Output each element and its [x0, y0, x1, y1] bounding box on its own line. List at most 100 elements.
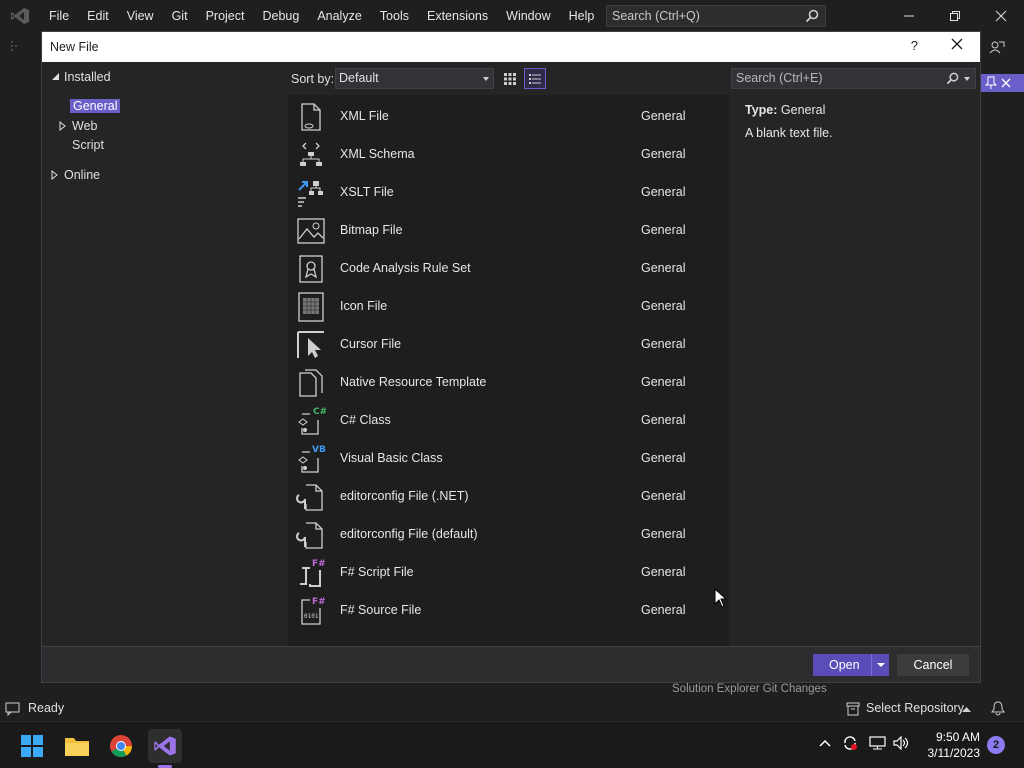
search-options-chevron-icon[interactable]: [964, 77, 970, 81]
solution-explorer-tabs[interactable]: Solution Explorer Git Changes: [672, 683, 827, 697]
rule-set-icon: [299, 255, 323, 283]
fsharp-source-icon: F# 0101: [301, 597, 326, 625]
template-row[interactable]: Bitmap File General: [288, 211, 714, 249]
taskbar-clock[interactable]: 9:50 AM 3/11/2023: [918, 729, 981, 761]
start-button[interactable]: [15, 729, 49, 763]
template-name: XML File: [340, 109, 389, 123]
dialog-footer: Open Cancel: [42, 646, 980, 682]
editorconfig-icon: [296, 522, 323, 549]
help-button[interactable]: ?: [911, 38, 918, 53]
live-share-icon[interactable]: [989, 40, 1005, 54]
template-row[interactable]: Native Resource Template General: [288, 363, 714, 401]
file-explorer-taskbar-button[interactable]: [60, 729, 94, 763]
select-repository-button[interactable]: Select Repository: [866, 701, 964, 715]
template-category-tree: Installed General Web Script Online: [42, 62, 287, 647]
expanded-arrow-icon[interactable]: [51, 72, 60, 81]
tree-item-script[interactable]: Script: [72, 136, 104, 154]
menu-project[interactable]: Project: [197, 0, 254, 32]
cancel-button[interactable]: Cancel: [897, 654, 969, 676]
menu-extensions[interactable]: Extensions: [418, 0, 497, 32]
menu-git[interactable]: Git: [163, 0, 197, 32]
template-row[interactable]: Cursor File General: [288, 325, 714, 363]
template-name: editorconfig File (default): [340, 527, 478, 541]
template-row[interactable]: C# C# Class General: [288, 401, 714, 439]
template-search-input[interactable]: Search (Ctrl+E): [731, 68, 976, 89]
panel-close-icon[interactable]: [1001, 78, 1011, 88]
menu-file[interactable]: File: [40, 0, 78, 32]
tree-item-general-label: General: [70, 99, 121, 113]
template-row[interactable]: XML Schema General: [288, 135, 714, 173]
menu-view[interactable]: View: [118, 0, 163, 32]
visual-studio-logo-icon[interactable]: [0, 0, 40, 32]
mouse-cursor-icon: [714, 588, 728, 608]
svg-text:C#: C#: [313, 407, 326, 417]
template-row[interactable]: F# F# Script File General: [288, 553, 714, 591]
visual-studio-taskbar-button[interactable]: [148, 729, 182, 768]
output-status-icon[interactable]: [5, 702, 20, 716]
notification-count-badge[interactable]: 2: [987, 736, 1005, 754]
template-row[interactable]: F# 0101 F# Source File General: [288, 591, 714, 629]
new-file-dialog: New File ? Installed General Web Script …: [41, 31, 981, 683]
template-search-placeholder: Search (Ctrl+E): [736, 71, 823, 85]
collapsed-arrow-icon[interactable]: [51, 170, 58, 180]
menu-tools[interactable]: Tools: [371, 0, 418, 32]
tree-item-web[interactable]: Web: [72, 117, 97, 135]
type-label: Type:: [745, 103, 778, 117]
template-row[interactable]: editorconfig File (default) General: [288, 515, 714, 553]
dialog-close-button[interactable]: [950, 37, 964, 54]
global-search-placeholder: Search (Ctrl+Q): [612, 9, 700, 23]
menu-edit[interactable]: Edit: [78, 0, 118, 32]
sort-by-dropdown[interactable]: Default: [335, 68, 494, 89]
tree-item-online[interactable]: Online: [64, 166, 100, 184]
type-value: General: [780, 103, 826, 117]
visual-studio-icon: [154, 736, 176, 756]
menu-help[interactable]: Help: [560, 0, 604, 32]
template-name: Visual Basic Class: [340, 451, 443, 465]
list-view-button[interactable]: [524, 68, 546, 89]
menu-analyze[interactable]: Analyze: [308, 0, 370, 32]
chevron-down-icon: [483, 77, 489, 81]
menu-window[interactable]: Window: [497, 0, 559, 32]
network-icon[interactable]: [869, 736, 886, 750]
dialog-title: New File: [50, 40, 99, 54]
clock-time: 9:50 AM: [935, 730, 980, 744]
fsharp-script-icon: F#: [300, 559, 326, 587]
minimize-button[interactable]: [886, 0, 932, 32]
template-category: General: [641, 451, 686, 465]
template-category: General: [641, 337, 686, 351]
chevron-up-icon[interactable]: [962, 707, 971, 713]
template-name: editorconfig File (.NET): [340, 489, 469, 503]
icon-file-icon: [298, 292, 324, 322]
medium-icons-view-button[interactable]: [499, 68, 521, 89]
close-window-button[interactable]: [978, 0, 1024, 32]
template-row[interactable]: XSLT File General: [288, 173, 714, 211]
tree-item-installed[interactable]: Installed: [64, 68, 111, 86]
template-row[interactable]: Code Analysis Rule Set General: [288, 249, 714, 287]
template-name: F# Script File: [340, 565, 414, 579]
notifications-bell-icon[interactable]: [991, 701, 1005, 716]
sync-status-icon[interactable]: [842, 735, 858, 751]
show-hidden-icons-chevron-icon[interactable]: [819, 739, 831, 747]
resource-template-icon: [299, 369, 323, 397]
grid-view-icon: [504, 72, 516, 85]
chrome-taskbar-button[interactable]: [104, 729, 138, 763]
global-search-input[interactable]: Search (Ctrl+Q): [606, 5, 826, 27]
collapsed-arrow-icon[interactable]: [59, 121, 66, 131]
search-icon: [805, 9, 819, 26]
template-row[interactable]: XML File General: [288, 97, 714, 135]
menu-debug[interactable]: Debug: [253, 0, 308, 32]
restore-button[interactable]: [932, 0, 978, 32]
open-options-chevron-icon[interactable]: [871, 654, 889, 676]
template-category: General: [641, 489, 686, 503]
tree-item-general[interactable]: General: [70, 97, 121, 115]
template-category: General: [641, 299, 686, 313]
windows-taskbar: 9:50 AM 3/11/2023 2: [0, 721, 1024, 768]
toolbar-grip-icon: [11, 41, 17, 51]
template-row[interactable]: VB Visual Basic Class General: [288, 439, 714, 477]
open-button[interactable]: Open: [813, 654, 889, 676]
volume-icon[interactable]: [893, 736, 910, 750]
template-category: General: [641, 261, 686, 275]
template-row[interactable]: Icon File General: [288, 287, 714, 325]
template-row[interactable]: editorconfig File (.NET) General: [288, 477, 714, 515]
pin-icon[interactable]: [985, 76, 997, 90]
